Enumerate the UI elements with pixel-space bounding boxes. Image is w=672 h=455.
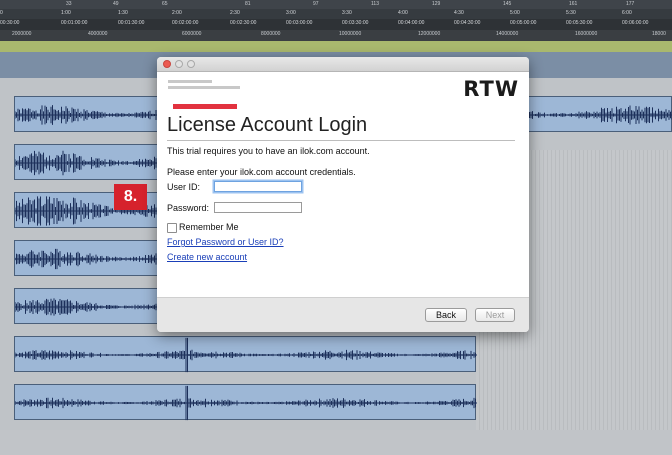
title-divider [167, 140, 515, 141]
bars-ruler[interactable]: 33 49 65 81 97 113 129 145 161 177 [0, 0, 672, 9]
ruler-tick: 4:00 [398, 10, 408, 16]
remember-checkbox[interactable] [167, 223, 177, 233]
ruler-tick: 00:02:30:00 [230, 20, 257, 26]
ruler-tick: 0 [0, 10, 3, 16]
ruler-tick: 4:30 [454, 10, 464, 16]
audio-region[interactable] [14, 336, 477, 373]
dialog-header: RTW [157, 72, 529, 109]
ruler-tick: 00:01:30:00 [118, 20, 145, 26]
step-badge: 8. [114, 184, 147, 210]
ruler-tick: 49 [113, 1, 119, 7]
license-dialog: RTW License Account Login This trial req… [157, 57, 529, 332]
minimize-button[interactable] [175, 60, 183, 68]
ruler-tick: 00:04:00:00 [398, 20, 425, 26]
page-title: License Account Login [167, 114, 368, 136]
ruler-tick: 00:03:30:00 [342, 20, 369, 26]
ruler-tick: 1:30 [118, 10, 128, 16]
ruler-tick: 00:05:30:00 [566, 20, 593, 26]
ruler-tick: 00:06:00:00 [622, 20, 649, 26]
ruler-tick: 161 [569, 1, 578, 7]
waveform [15, 337, 477, 373]
ruler-tick: 00:05:00:00 [510, 20, 537, 26]
ruler-tick: 113 [371, 1, 379, 7]
password-label: Password: [167, 203, 210, 213]
ruler-tick: 4000000 [88, 31, 108, 37]
create-account-link[interactable]: Create new account [167, 252, 247, 262]
ruler-tick: 6000000 [182, 31, 202, 37]
forgot-password-link[interactable]: Forgot Password or User ID? [167, 237, 284, 247]
samples-ruler[interactable]: 2000000 4000000 6000000 8000000 10000000… [0, 30, 672, 41]
instruction-text: Please enter your ilok.com account crede… [167, 167, 356, 177]
close-button[interactable] [163, 60, 171, 68]
ruler-tick: 3:30 [342, 10, 352, 16]
next-button[interactable]: Next [475, 308, 515, 322]
dialog-titlebar[interactable] [157, 57, 529, 72]
ruler-tick: 3:00 [286, 10, 296, 16]
user-id-input[interactable] [214, 181, 302, 192]
ruler-tick: 97 [313, 1, 319, 7]
ruler-tick: 5:00 [510, 10, 520, 16]
user-id-label: User ID: [167, 182, 201, 192]
ruler-tick: 33 [66, 1, 72, 7]
password-input[interactable] [214, 202, 302, 213]
ruler-tick: 129 [432, 1, 441, 7]
ruler-tick: 8000000 [261, 31, 281, 37]
ruler-tick: 6:00 [622, 10, 632, 16]
ruler-tick: 00:03:00:00 [286, 20, 313, 26]
ruler-tick: 00:02:00:00 [172, 20, 199, 26]
ruler-tick: 177 [626, 1, 635, 7]
rtw-logo: RTW [463, 77, 519, 101]
ruler-tick: 2:00 [172, 10, 182, 16]
ruler-tick: 65 [162, 1, 168, 7]
ruler-tick: 14000000 [496, 31, 519, 37]
timecode-ruler[interactable]: 00:30:00 00:01:00:00 00:01:30:00 00:02:0… [0, 19, 672, 30]
dialog-footer: Back Next [157, 297, 529, 332]
empty-track-area [0, 430, 672, 455]
redacted-text [168, 86, 240, 89]
redacted-text [168, 80, 212, 83]
ruler-tick: 10000000 [339, 31, 362, 37]
ruler-tick: 2:30 [230, 10, 240, 16]
minsec-ruler[interactable]: 0 1:00 1:30 2:00 2:30 3:00 3:30 4:00 4:3… [0, 9, 672, 19]
back-button[interactable]: Back [425, 308, 467, 322]
ruler-tick: 5:30 [566, 10, 576, 16]
ruler-tick: 18000 [652, 31, 666, 37]
ruler-tick: 12000000 [418, 31, 441, 37]
marker-lane[interactable] [0, 41, 672, 52]
remember-label[interactable]: Remember Me [179, 222, 239, 232]
ruler-tick: 00:30:00 [0, 20, 20, 26]
waveform [15, 385, 477, 421]
intro-text: This trial requires you to have an ilok.… [167, 146, 370, 156]
zoom-button[interactable] [187, 60, 195, 68]
ruler-tick: 2000000 [12, 31, 32, 37]
ruler-tick: 145 [503, 1, 512, 7]
audio-region[interactable] [14, 384, 477, 421]
ruler-tick: 00:01:00:00 [61, 20, 88, 26]
dialog-content: License Account Login This trial require… [157, 109, 529, 297]
ruler-tick: 1:00 [61, 10, 71, 16]
ruler-tick: 16000000 [575, 31, 598, 37]
ruler-tick: 81 [245, 1, 251, 7]
ruler-tick: 00:04:30:00 [454, 20, 481, 26]
